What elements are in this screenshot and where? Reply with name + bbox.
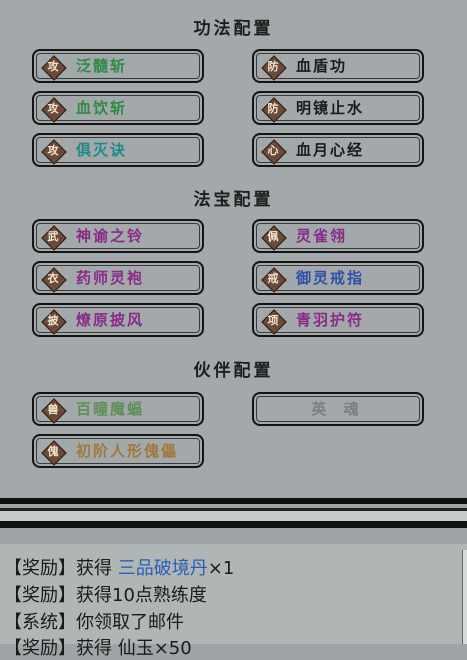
skill-name: 俱灭诀	[76, 141, 128, 159]
defense-badge-icon: 防	[261, 55, 287, 81]
section-title-huoban: 伙伴配置	[193, 361, 274, 381]
pendant-badge-icon: 佩	[261, 225, 287, 251]
treasure-name: 御灵戒指	[296, 269, 365, 287]
gongfa-slot-2[interactable]: 防 血盾功	[252, 49, 424, 83]
message-log: 【奖励】获得 三品破境丹×1 【奖励】获得10点熟练度 【系统】你领取了邮件 【…	[0, 544, 467, 659]
divider-bottom	[0, 521, 467, 528]
weapon-badge-icon: 武	[41, 225, 67, 251]
treasure-name: 药师灵袍	[76, 269, 145, 287]
attack-badge-icon: 攻	[41, 55, 67, 81]
necklace-badge-icon: 项	[261, 309, 287, 335]
skill-name: 明镜止水	[296, 99, 365, 117]
fabao-slot-5[interactable]: 披 燎原披风	[32, 303, 204, 337]
fabao-slot-3[interactable]: 衣 药师灵袍	[32, 261, 204, 295]
fabao-slot-4[interactable]: 戒 御灵戒指	[252, 261, 424, 295]
gongfa-slot-4[interactable]: 防 明镜止水	[252, 91, 424, 125]
defense-badge-icon: 防	[261, 97, 287, 123]
gongfa-slot-5[interactable]: 攻 俱灭诀	[32, 133, 204, 167]
heart-badge-icon: 心	[261, 139, 287, 165]
gongfa-slot-6[interactable]: 心 血月心经	[252, 133, 424, 167]
equipment-panel: 功法配置 攻 泛髓斩 防 血盾功 攻 血饮斩 防 明镜止水 攻 俱灭诀 心 血月…	[0, 0, 467, 498]
gongfa-slot-3[interactable]: 攻 血饮斩	[32, 91, 204, 125]
fabao-slot-1[interactable]: 武 神谕之铃	[32, 219, 204, 253]
skill-name: 血盾功	[296, 57, 348, 75]
log-line-3: 【系统】你领取了邮件	[4, 612, 184, 633]
divider-shadow	[0, 528, 467, 544]
divider-gap	[0, 511, 467, 521]
divider-top	[0, 498, 467, 504]
attack-badge-icon: 攻	[41, 139, 67, 165]
fabao-slot-6[interactable]: 项 青羽护符	[252, 303, 424, 337]
beast-badge-icon: 兽	[41, 398, 67, 424]
cloak-badge-icon: 披	[41, 309, 67, 335]
ring-badge-icon: 戒	[261, 267, 287, 293]
companion-name: 英 魂	[311, 400, 365, 418]
log-line-2: 【奖励】获得10点熟练度	[4, 585, 207, 606]
skill-name: 血月心经	[296, 141, 365, 159]
huoban-slot-2-empty[interactable]: 英 魂	[252, 392, 424, 426]
fabao-slot-2[interactable]: 佩 灵雀翎	[252, 219, 424, 253]
huoban-slot-1[interactable]: 兽 百瞳魔蝠	[32, 392, 204, 426]
puppet-badge-icon: 傀	[41, 440, 67, 466]
skill-name: 血饮斩	[76, 99, 128, 117]
treasure-name: 青羽护符	[296, 311, 365, 329]
companion-name: 初阶人形傀儡	[76, 442, 179, 460]
skill-name: 泛髓斩	[76, 57, 128, 75]
treasure-name: 神谕之铃	[76, 227, 145, 245]
treasure-name: 灵雀翎	[296, 227, 348, 245]
attack-badge-icon: 攻	[41, 97, 67, 123]
log-line-1: 【奖励】获得 三品破境丹×1	[4, 558, 235, 579]
gongfa-slot-1[interactable]: 攻 泛髓斩	[32, 49, 204, 83]
robe-badge-icon: 衣	[41, 267, 67, 293]
huoban-slot-3[interactable]: 傀 初阶人形傀儡	[32, 434, 204, 468]
section-title-fabao: 法宝配置	[193, 190, 274, 210]
treasure-name: 燎原披风	[76, 311, 145, 329]
item-link[interactable]: 三品破境丹	[118, 558, 208, 579]
companion-name: 百瞳魔蝠	[76, 400, 145, 418]
log-line-4: 【奖励】获得 仙玉×50	[4, 638, 192, 659]
log-scrollbar[interactable]	[462, 550, 467, 644]
section-title-gongfa: 功法配置	[193, 19, 274, 39]
